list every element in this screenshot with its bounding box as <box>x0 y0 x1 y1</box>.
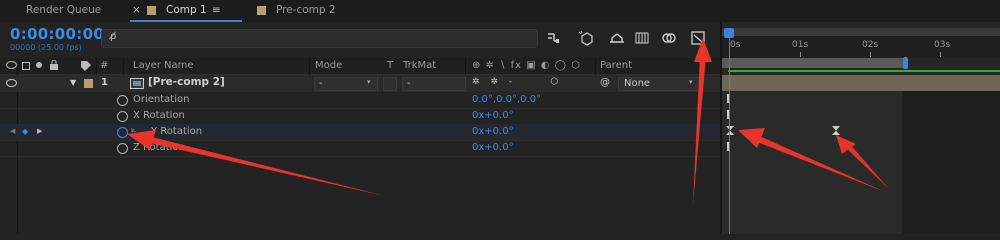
annotation-arrows <box>127 38 888 205</box>
